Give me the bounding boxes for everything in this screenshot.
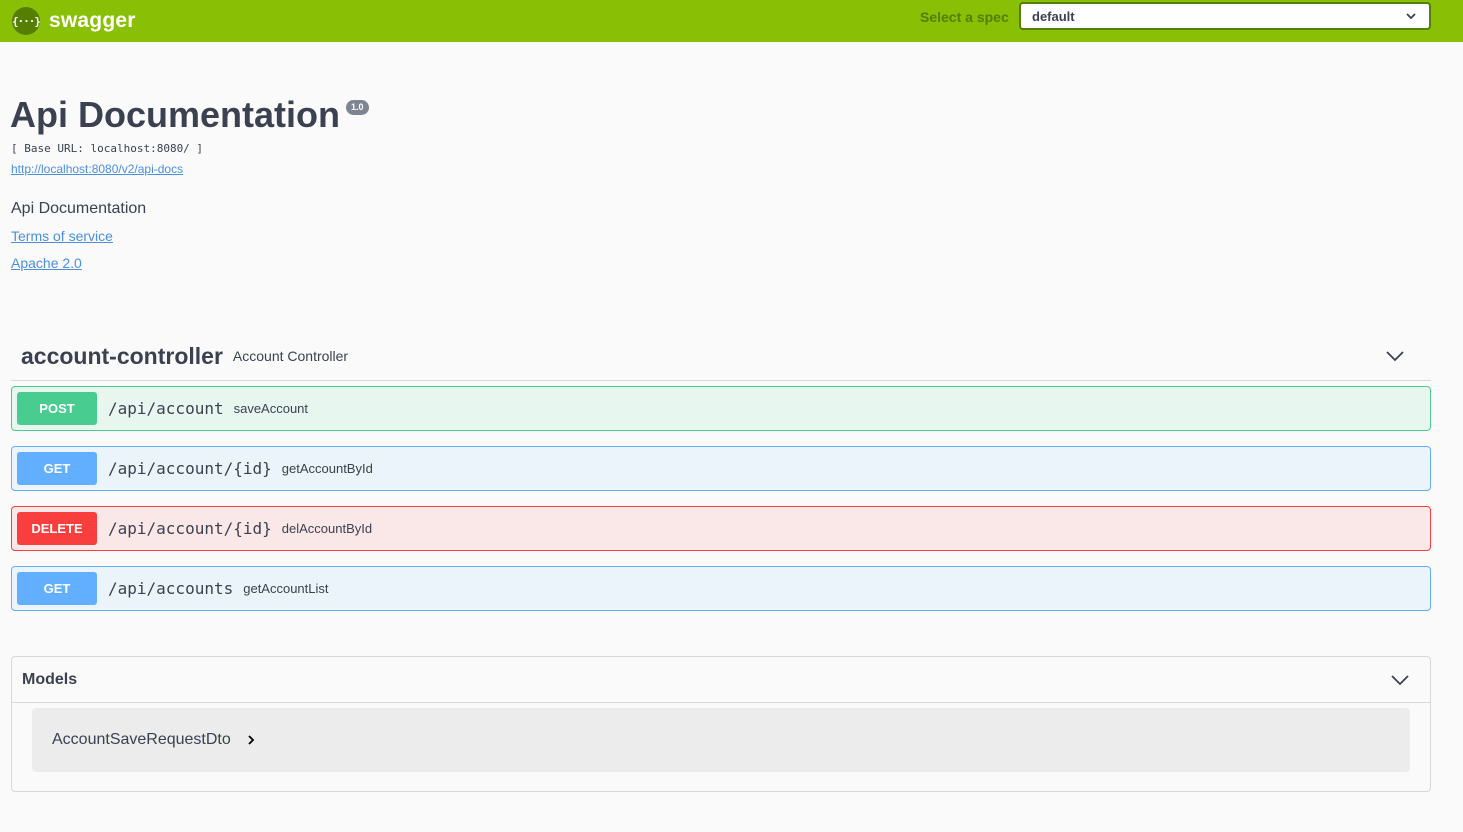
models-section: Models AccountSaveRequestDto	[11, 656, 1431, 792]
operation-summary: getAccountList	[243, 581, 329, 596]
api-docs-link[interactable]: http://localhost:8080/v2/api-docs	[11, 162, 183, 176]
version-badge: 1.0	[346, 100, 369, 115]
method-badge: GET	[17, 572, 97, 605]
operation-get-account-by-id[interactable]: GET /api/account/{id} getAccountById	[11, 446, 1431, 491]
spec-select[interactable]: default	[1019, 2, 1431, 30]
logo-text: swagger	[49, 9, 136, 32]
operation-delete-account-by-id[interactable]: DELETE /api/account/{id} delAccountById	[11, 506, 1431, 551]
operation-summary: delAccountById	[281, 521, 373, 536]
chevron-down-icon[interactable]	[1385, 346, 1405, 366]
page-title: Api Documentation 1.0	[10, 94, 369, 136]
model-item[interactable]: AccountSaveRequestDto	[32, 708, 1410, 772]
method-badge: POST	[17, 392, 97, 425]
topbar: {···} swagger Select a spec default	[0, 0, 1463, 42]
terms-of-service-link[interactable]: Terms of service	[11, 228, 113, 244]
operation-path: /api/account/{id}	[108, 459, 272, 478]
operation-summary: getAccountById	[281, 461, 373, 476]
api-description: Api Documentation	[11, 200, 147, 217]
operation-summary: saveAccount	[233, 401, 309, 416]
operation-get-account-list[interactable]: GET /api/accounts getAccountList	[11, 566, 1431, 611]
model-name: AccountSaveRequestDto	[52, 731, 231, 748]
api-title: Api Documentation	[10, 94, 340, 135]
operation-path: /api/accounts	[108, 579, 234, 598]
select-spec-label: Select a spec	[920, 9, 1009, 25]
models-header[interactable]: Models	[12, 657, 1430, 703]
chevron-right-icon[interactable]	[245, 734, 257, 746]
license-link[interactable]: Apache 2.0	[11, 255, 82, 271]
method-badge: GET	[17, 452, 97, 485]
chevron-down-icon[interactable]	[1390, 670, 1410, 690]
swagger-logo-icon: {···}	[12, 7, 41, 35]
method-badge: DELETE	[17, 512, 97, 545]
operation-post-account[interactable]: POST /api/account saveAccount	[11, 386, 1431, 431]
chevron-down-icon	[1406, 13, 1416, 20]
tag-description: Account Controller	[232, 348, 349, 364]
base-url: [ Base URL: localhost:8080/ ]	[11, 142, 204, 155]
swagger-logo[interactable]: {···} swagger	[12, 7, 136, 35]
operation-path: /api/account/{id}	[108, 519, 272, 538]
tag-name: account-controller	[21, 342, 223, 369]
models-title: Models	[22, 670, 78, 688]
operation-path: /api/account	[108, 399, 224, 418]
spec-select-value: default	[1032, 8, 1075, 24]
tag-section-header[interactable]: account-controller Account Controller	[11, 332, 1431, 381]
